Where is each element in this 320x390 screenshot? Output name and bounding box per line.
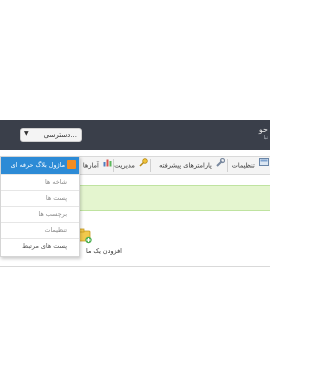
- blog-module-title: ماژول بلاگ حرفه ای: [10, 161, 65, 169]
- menu-item-related-posts[interactable]: پست های مرتبط: [1, 238, 79, 254]
- nav-separator: [150, 159, 151, 172]
- nav-item-label: پارامترهای پیشرفته: [159, 161, 212, 170]
- brand-title: حو: [258, 125, 268, 134]
- chevron-down-icon: ▼: [24, 130, 29, 137]
- site-brand[interactable]: حو تبا: [259, 125, 268, 143]
- blog-module-menu: ماژول بلاگ حرفه ای شاخه ها پست ها برچسب …: [0, 156, 80, 257]
- nav-separator: [113, 159, 114, 172]
- access-dropdown[interactable]: ▼ دسترسی...: [20, 128, 82, 142]
- menu-item-label: برچسب ها: [38, 210, 67, 218]
- nav-item-label: تنظیمات: [231, 161, 255, 170]
- key-icon: [139, 157, 148, 174]
- brand-subtitle: تبا: [263, 135, 268, 141]
- menu-item-label: پست ها: [45, 194, 67, 202]
- menu-item-settings[interactable]: تنظیمات: [1, 222, 79, 238]
- menu-item-tags[interactable]: برچسب ها: [1, 206, 79, 222]
- nav-item-management[interactable]: مدیریت: [114, 157, 148, 174]
- nav-separator: [227, 159, 228, 172]
- nav-item-label: مدیریت: [114, 161, 135, 170]
- settings-icon: [259, 157, 269, 174]
- menu-item-label: پست های مرتبط: [22, 242, 67, 250]
- menu-item-label: تنظیمات: [44, 226, 67, 234]
- nav-item-advanced-parameters[interactable]: پارامترهای پیشرفته: [159, 157, 226, 174]
- bar-chart-icon: [103, 157, 112, 174]
- menu-item-categories[interactable]: شاخه ها: [1, 174, 79, 190]
- nav-item-label: آمارها: [82, 161, 99, 170]
- divider: [0, 266, 270, 267]
- nav-item-settings[interactable]: تنظیمات: [232, 157, 269, 174]
- access-dropdown-value: دسترسی...: [43, 131, 77, 139]
- blogger-icon: [67, 160, 76, 169]
- menu-item-posts[interactable]: پست ها: [1, 190, 79, 206]
- quick-add-label: افزودن یک ما: [86, 247, 122, 255]
- wrench-icon: [216, 157, 226, 174]
- nav-item-statistics[interactable]: آمارها: [83, 157, 112, 174]
- blog-module-menu-header[interactable]: ماژول بلاگ حرفه ای: [1, 157, 79, 174]
- folder-add-icon: [78, 228, 92, 246]
- menu-item-label: شاخه ها: [44, 178, 67, 186]
